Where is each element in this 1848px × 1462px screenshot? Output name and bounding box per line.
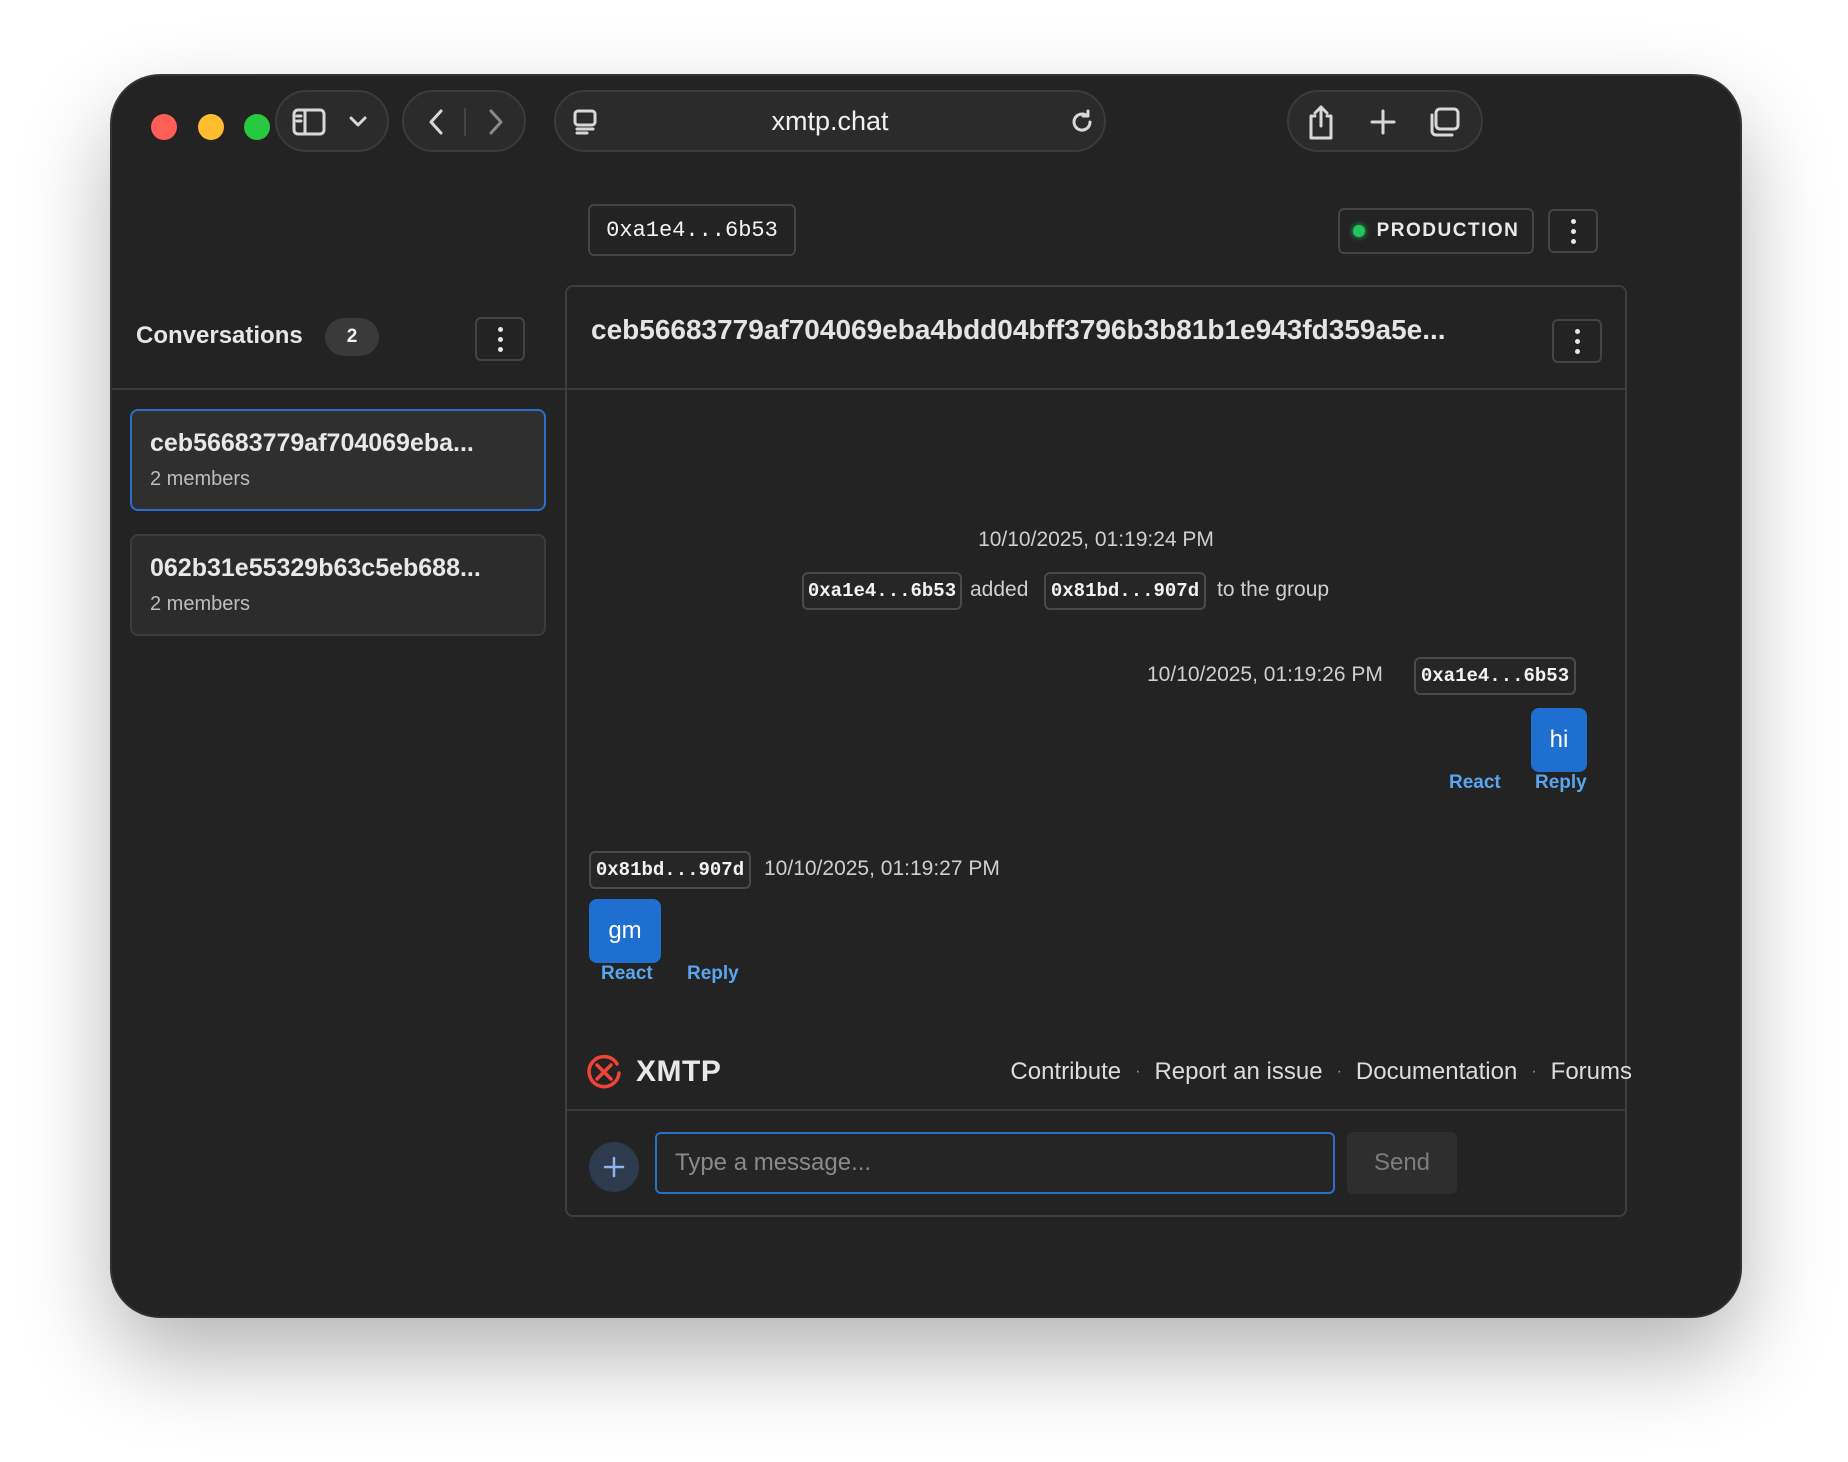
plus-icon — [603, 1156, 625, 1178]
reply-button[interactable]: Reply — [687, 963, 739, 985]
conversation-menu-button[interactable] — [1552, 319, 1602, 363]
browser-window: xmtp.chat 0xa1e4...6b53 PRODUCTION Conve… — [112, 76, 1740, 1316]
message-input[interactable] — [655, 1132, 1335, 1194]
message-sender-chip[interactable]: 0xa1e4...6b53 — [1414, 657, 1576, 695]
conversation-members: 2 members — [150, 468, 251, 490]
conversation-title: ceb56683779af704069eba... — [150, 429, 474, 457]
report-issue-link[interactable]: Report an issue — [1154, 1058, 1322, 1086]
conversation-item[interactable]: 062b31e55329b63c5eb688... 2 members — [130, 534, 546, 636]
conversation-members: 2 members — [150, 593, 251, 615]
xmtp-logo-icon — [587, 1054, 621, 1089]
conversations-menu-button[interactable] — [475, 317, 525, 361]
system-event-timestamp: 10/10/2025, 01:19:24 PM — [978, 528, 1214, 551]
system-event-suffix: to the group — [1217, 578, 1330, 601]
composer-divider — [567, 1109, 1625, 1111]
message-timestamp: 10/10/2025, 01:19:27 PM — [764, 857, 1000, 880]
member-address-chip[interactable]: 0x81bd...907d — [1044, 572, 1206, 610]
forums-link[interactable]: Forums — [1551, 1058, 1632, 1086]
chevron-down-icon[interactable] — [343, 106, 373, 138]
footer-separator: · — [1135, 1063, 1141, 1080]
contribute-link[interactable]: Contribute — [1010, 1058, 1121, 1086]
url-text: xmtp.chat — [771, 105, 889, 136]
react-button[interactable]: React — [1449, 772, 1501, 794]
attach-plus-button[interactable] — [589, 1142, 639, 1192]
status-dot-icon — [1352, 225, 1365, 237]
address-bar[interactable]: xmtp.chat — [554, 90, 1106, 152]
sidebar-icon[interactable] — [289, 104, 329, 140]
history-nav-group — [402, 90, 526, 152]
send-button[interactable]: Send — [1347, 1132, 1457, 1194]
react-button[interactable]: React — [601, 963, 653, 985]
system-event-verb: added — [970, 578, 1029, 601]
app-menu-button[interactable] — [1548, 209, 1598, 253]
tabs-overview-icon[interactable] — [1425, 104, 1463, 140]
documentation-link[interactable]: Documentation — [1356, 1058, 1517, 1086]
conversation-title: 062b31e55329b63c5eb688... — [150, 554, 481, 582]
account-address-button[interactable]: 0xa1e4...6b53 — [588, 204, 796, 256]
zoom-window-button[interactable] — [244, 114, 270, 140]
sidebar-toggle-group — [275, 90, 389, 152]
conversation-item[interactable]: ceb56683779af704069eba... 2 members — [130, 409, 546, 511]
footer-logo[interactable]: XMTP — [584, 1052, 721, 1092]
message-bubble: hi — [1531, 708, 1587, 772]
minimize-window-button[interactable] — [198, 114, 224, 140]
conversations-count-badge: 2 — [325, 318, 379, 356]
sidebar-divider — [112, 388, 582, 390]
footer-brand: XMTP — [636, 1055, 722, 1088]
reply-button[interactable]: Reply — [1535, 772, 1587, 794]
environment-badge[interactable]: PRODUCTION — [1338, 208, 1534, 254]
chat-header-divider — [567, 388, 1625, 390]
conversation-header-title: ceb56683779af704069eba4bdd04bff3796b3b81… — [591, 314, 1446, 345]
window-actions-group — [1287, 90, 1483, 152]
message-timestamp: 10/10/2025, 01:19:26 PM — [1147, 663, 1383, 686]
message-sender-chip[interactable]: 0x81bd...907d — [589, 851, 751, 889]
reload-icon[interactable] — [1066, 106, 1098, 138]
forward-icon[interactable] — [478, 104, 514, 140]
message-bubble: gm — [589, 899, 661, 963]
new-tab-icon[interactable] — [1365, 104, 1401, 140]
close-window-button[interactable] — [151, 114, 177, 140]
back-icon[interactable] — [418, 104, 454, 140]
conversations-title: Conversations — [136, 322, 303, 349]
footer-separator: · — [1531, 1063, 1537, 1080]
footer-links: Contribute · Report an issue · Documenta… — [892, 1052, 1632, 1092]
share-icon[interactable] — [1303, 102, 1339, 142]
environment-label: PRODUCTION — [1376, 220, 1520, 241]
footer-separator: · — [1336, 1063, 1342, 1080]
member-address-chip[interactable]: 0xa1e4...6b53 — [802, 572, 962, 610]
